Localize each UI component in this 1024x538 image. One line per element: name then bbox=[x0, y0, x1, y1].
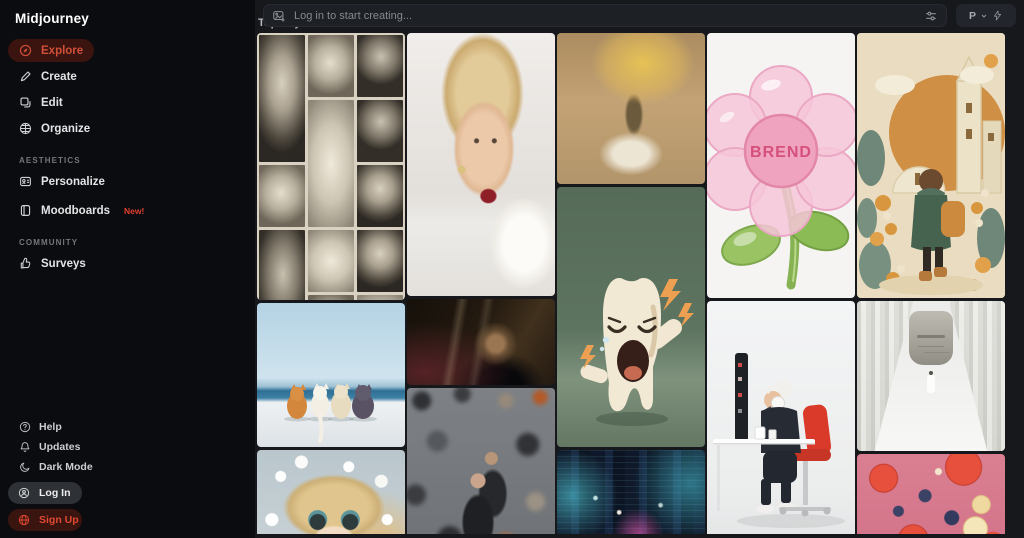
gallery-image-crying-tooth[interactable] bbox=[557, 187, 705, 447]
sidebar-item-create[interactable]: Create bbox=[8, 65, 88, 88]
help-icon bbox=[19, 421, 31, 433]
cats-illustration bbox=[284, 383, 377, 443]
gallery-image-knit-walker[interactable] bbox=[857, 33, 1005, 298]
frames-icon bbox=[19, 96, 32, 109]
footer-item-label: Dark Mode bbox=[39, 461, 93, 473]
signup-label: Sign Up bbox=[39, 514, 79, 526]
gallery-column bbox=[407, 33, 555, 534]
gallery-image-blonde-portrait[interactable] bbox=[407, 33, 555, 296]
sidebar-item-label: Surveys bbox=[41, 257, 86, 270]
midjourney-app: Midjourney Explore Create Edit Organize … bbox=[0, 0, 1024, 538]
main-content: Top Day Log in to start creating... P bbox=[255, 0, 1024, 538]
bell-icon bbox=[19, 441, 31, 453]
globe-icon bbox=[18, 514, 30, 526]
gallery-image-anime-flowers[interactable] bbox=[257, 450, 405, 534]
sidebar-item-edit[interactable]: Edit bbox=[8, 91, 78, 114]
signup-button[interactable]: Sign Up bbox=[8, 509, 82, 531]
login-button[interactable]: Log In bbox=[8, 482, 82, 504]
gallery-image-face-collage[interactable] bbox=[257, 33, 405, 300]
image-gallery: BREND bbox=[255, 33, 1024, 534]
gallery-image-chimp-suit[interactable] bbox=[407, 299, 555, 385]
id-card-icon bbox=[19, 175, 32, 188]
tooth-illustration bbox=[580, 278, 694, 426]
sidebar-item-explore[interactable]: Explore bbox=[8, 39, 95, 62]
sidebar-item-personalize[interactable]: Personalize bbox=[8, 170, 116, 193]
sidebar-item-moodboards[interactable]: Moodboards New! bbox=[8, 199, 155, 222]
sidebar-item-label: Organize bbox=[41, 122, 91, 135]
sidebar-item-updates[interactable]: Updates bbox=[8, 437, 91, 457]
search-bar[interactable]: Log in to start creating... bbox=[263, 4, 947, 27]
gallery-image-statue-hall[interactable] bbox=[857, 301, 1005, 451]
thumbs-up-icon bbox=[19, 257, 32, 270]
new-badge: New! bbox=[124, 205, 145, 216]
login-label: Log In bbox=[39, 487, 71, 499]
sidebar-item-label: Moodboards bbox=[41, 204, 110, 217]
brand-logo[interactable]: Midjourney bbox=[0, 0, 255, 36]
gallery-image-crowd-blur[interactable] bbox=[407, 388, 555, 534]
person-circle-icon bbox=[18, 487, 30, 499]
compass-icon bbox=[19, 44, 32, 57]
gallery-image-desk-character[interactable] bbox=[707, 301, 855, 534]
filter-sliders-icon[interactable] bbox=[924, 9, 938, 23]
knit-illustration bbox=[857, 33, 1005, 298]
sidebar-item-label: Personalize bbox=[41, 175, 105, 188]
sidebar-item-label: Edit bbox=[41, 96, 63, 109]
brend-label: BREND bbox=[750, 144, 812, 161]
footer-item-label: Help bbox=[39, 421, 62, 433]
topbar: Top Day Log in to start creating... P bbox=[255, 0, 1024, 33]
primary-nav: Explore Create Edit Organize bbox=[0, 36, 255, 143]
gallery-column: BREND bbox=[707, 33, 855, 534]
personalize-label: P bbox=[968, 9, 976, 22]
gallery-image-neon-city[interactable] bbox=[557, 450, 705, 534]
sidebar-footer: Help Updates Dark Mode Log In Sign Up bbox=[0, 417, 255, 538]
sidebar-item-organize[interactable]: Organize bbox=[8, 117, 101, 140]
gallery-image-fruit-pink[interactable] bbox=[857, 454, 1005, 534]
sidebar-item-help[interactable]: Help bbox=[8, 417, 73, 437]
gallery-image-cats-beach[interactable] bbox=[257, 303, 405, 447]
statue-head bbox=[909, 311, 953, 365]
sidebar: Midjourney Explore Create Edit Organize … bbox=[0, 0, 255, 538]
lightning-icon bbox=[992, 10, 1003, 21]
gallery-image-rider-smoke[interactable] bbox=[557, 33, 705, 184]
board-icon bbox=[19, 204, 32, 217]
footer-item-label: Updates bbox=[39, 441, 81, 453]
sidebar-item-dark-mode[interactable]: Dark Mode bbox=[8, 457, 104, 477]
brend-flower-illustration: BREND bbox=[707, 65, 855, 290]
desk-illustration bbox=[713, 353, 845, 528]
aesthetics-heading: AESTHETICS bbox=[19, 156, 81, 165]
gallery-column bbox=[257, 33, 405, 534]
personalization-button[interactable]: P bbox=[956, 4, 1016, 27]
add-image-icon bbox=[272, 9, 286, 23]
pen-icon bbox=[19, 70, 32, 83]
gallery-column bbox=[857, 33, 1005, 534]
statue-walker-figure bbox=[927, 371, 935, 393]
chevron-down-icon bbox=[980, 12, 988, 20]
moon-icon bbox=[19, 461, 31, 473]
sidebar-item-label: Explore bbox=[41, 44, 84, 57]
gallery-column bbox=[557, 33, 705, 534]
community-heading: COMMUNITY bbox=[19, 238, 79, 247]
grid-circle-icon bbox=[19, 122, 32, 135]
sidebar-item-label: Create bbox=[41, 70, 77, 83]
sidebar-item-surveys[interactable]: Surveys bbox=[8, 252, 97, 275]
gallery-image-brend-flower[interactable]: BREND bbox=[707, 33, 855, 298]
search-placeholder: Log in to start creating... bbox=[294, 9, 413, 22]
